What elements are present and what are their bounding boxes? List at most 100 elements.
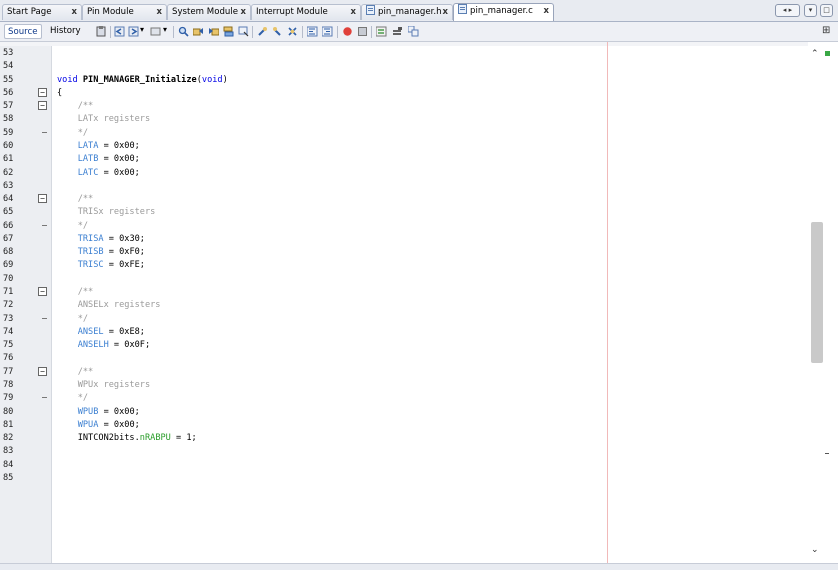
code-line[interactable]: 55 void PIN_MANAGER_Initialize(void) bbox=[0, 74, 808, 86]
history-view-tab[interactable]: History bbox=[47, 24, 84, 39]
editor-toolbar: Source History ▾ ▾ ⊞ bbox=[0, 22, 838, 42]
comment-icon[interactable] bbox=[376, 26, 387, 37]
code-line[interactable]: 56 −{ bbox=[0, 87, 808, 99]
code-line[interactable]: 70 bbox=[0, 273, 808, 285]
code-line[interactable]: 64 − /** bbox=[0, 193, 808, 205]
code-line[interactable]: 66 */ bbox=[0, 220, 808, 232]
line-number: 61 bbox=[3, 154, 14, 165]
code-line[interactable]: 80 WPUB = 0x00; bbox=[0, 406, 808, 418]
show-opened-documents-button[interactable]: ▾ bbox=[804, 4, 817, 17]
fold-toggle-icon[interactable]: − bbox=[38, 366, 47, 376]
close-icon[interactable]: x bbox=[443, 5, 448, 20]
fold-toggle-icon[interactable]: − bbox=[38, 101, 47, 111]
uncomment-icon[interactable] bbox=[392, 26, 403, 37]
code-text: TRISx registers bbox=[57, 207, 156, 218]
code-text: /** bbox=[57, 194, 94, 205]
find-next-icon[interactable] bbox=[208, 26, 219, 37]
scroll-tabs-button[interactable]: ◂ ▸ bbox=[775, 4, 800, 17]
c-header-file-icon bbox=[366, 5, 375, 15]
back-icon[interactable] bbox=[114, 26, 125, 37]
code-line[interactable]: 76 bbox=[0, 352, 808, 364]
code-line[interactable]: 74 ANSEL = 0xE8; bbox=[0, 326, 808, 338]
code-line[interactable]: 77 − /** bbox=[0, 366, 808, 378]
code-line[interactable]: 82 INTCON2bits.nRABPU = 1; bbox=[0, 432, 808, 444]
scroll-up-icon[interactable]: ⌃ bbox=[811, 49, 819, 59]
toggle-bookmark-icon[interactable] bbox=[287, 26, 298, 37]
code-line[interactable]: 60 LATA = 0x00; bbox=[0, 140, 808, 152]
code-text: ANSELx registers bbox=[57, 300, 161, 311]
code-line[interactable]: 79 */ bbox=[0, 392, 808, 404]
code-line[interactable]: 54 bbox=[0, 60, 808, 72]
toggle-rect-select-icon[interactable] bbox=[238, 26, 249, 37]
find-icon[interactable] bbox=[150, 26, 161, 37]
code-line[interactable]: 67 TRISA = 0x30; bbox=[0, 233, 808, 245]
toolbar-separator bbox=[371, 26, 372, 38]
next-bookmark-icon[interactable] bbox=[272, 26, 283, 37]
start-macro-icon[interactable] bbox=[342, 26, 353, 37]
fold-toggle-icon[interactable]: − bbox=[38, 87, 47, 97]
code-line[interactable]: 75 ANSELH = 0x0F; bbox=[0, 339, 808, 351]
toggle-highlight-icon[interactable] bbox=[223, 26, 234, 37]
vertical-scrollbar[interactable]: ⌃ ⌄ bbox=[808, 42, 838, 563]
line-number: 67 bbox=[3, 233, 14, 244]
close-icon[interactable]: x bbox=[544, 4, 549, 19]
last-edit-icon[interactable] bbox=[96, 26, 107, 37]
line-number: 80 bbox=[3, 406, 14, 417]
line-number: 58 bbox=[3, 114, 14, 125]
fold-toggle-icon[interactable]: − bbox=[38, 194, 47, 204]
line-number: 64 bbox=[3, 194, 14, 205]
tab-pin-manager-c[interactable]: pin_manager.c x bbox=[453, 3, 554, 21]
code-text: */ bbox=[57, 313, 89, 324]
code-line[interactable]: 59 */ bbox=[0, 127, 808, 139]
shift-right-icon[interactable] bbox=[322, 26, 333, 37]
expand-editor-icon[interactable]: ⊞ bbox=[822, 25, 830, 36]
code-line[interactable]: 72 ANSELx registers bbox=[0, 299, 808, 311]
source-view-tab[interactable]: Source bbox=[4, 24, 42, 39]
tab-label: Interrupt Module bbox=[256, 7, 328, 17]
chevron-down-icon[interactable]: ▾ bbox=[163, 25, 167, 34]
scroll-down-icon[interactable]: ⌄ bbox=[811, 545, 819, 555]
code-text: void PIN_MANAGER_Initialize(void) bbox=[57, 74, 228, 85]
forward-icon[interactable] bbox=[128, 26, 139, 37]
code-line[interactable]: 62 LATC = 0x00; bbox=[0, 167, 808, 179]
code-text: */ bbox=[57, 127, 89, 138]
tab-start-page[interactable]: Start Page x bbox=[2, 4, 82, 20]
tab-pin-module[interactable]: Pin Module x bbox=[82, 4, 167, 20]
code-line[interactable]: 78 WPUx registers bbox=[0, 379, 808, 391]
code-editor[interactable]: 53 54 55 void PIN_MANAGER_Initialize(void) 5… bbox=[0, 42, 838, 563]
code-line[interactable]: 83 bbox=[0, 445, 808, 457]
tab-pin-manager-h[interactable]: pin_manager.h x bbox=[361, 4, 453, 20]
code-line[interactable]: 61 LATB = 0x00; bbox=[0, 153, 808, 165]
code-line[interactable]: 58 LATx registers bbox=[0, 113, 808, 125]
maximize-window-button[interactable]: □ bbox=[820, 4, 833, 17]
toolbar-separator bbox=[337, 26, 338, 38]
find-selection-icon[interactable] bbox=[178, 26, 189, 37]
code-line[interactable]: 68 TRISB = 0xF0; bbox=[0, 246, 808, 258]
code-line[interactable]: 71 − /** bbox=[0, 286, 808, 298]
code-line[interactable]: 53 bbox=[0, 47, 808, 59]
code-line[interactable]: 85 bbox=[0, 472, 808, 484]
close-icon[interactable]: x bbox=[241, 5, 246, 20]
diff-icon[interactable] bbox=[408, 26, 419, 37]
shift-left-icon[interactable] bbox=[307, 26, 318, 37]
code-line[interactable]: 63 bbox=[0, 180, 808, 192]
stop-macro-icon[interactable] bbox=[357, 26, 368, 37]
code-line[interactable]: 84 bbox=[0, 459, 808, 471]
close-icon[interactable]: x bbox=[351, 5, 356, 20]
find-previous-icon[interactable] bbox=[193, 26, 204, 37]
fold-toggle-icon[interactable]: − bbox=[38, 287, 47, 297]
line-number: 66 bbox=[3, 220, 14, 231]
scrollbar-thumb[interactable] bbox=[811, 221, 823, 363]
code-line[interactable]: 57 − /** bbox=[0, 100, 808, 112]
code-line[interactable]: 65 TRISx registers bbox=[0, 206, 808, 218]
tab-interrupt-module[interactable]: Interrupt Module x bbox=[251, 4, 361, 20]
close-icon[interactable]: x bbox=[72, 5, 77, 20]
code-line[interactable]: 69 TRISC = 0xFE; bbox=[0, 259, 808, 271]
tab-system-module[interactable]: System Module x bbox=[167, 4, 251, 20]
close-icon[interactable]: x bbox=[157, 5, 162, 20]
code-text: ANSEL = 0xE8; bbox=[57, 326, 145, 337]
code-line[interactable]: 81 WPUA = 0x00; bbox=[0, 419, 808, 431]
previous-bookmark-icon[interactable] bbox=[257, 26, 268, 37]
chevron-down-icon[interactable]: ▾ bbox=[140, 25, 144, 34]
code-line[interactable]: 73 */ bbox=[0, 313, 808, 325]
